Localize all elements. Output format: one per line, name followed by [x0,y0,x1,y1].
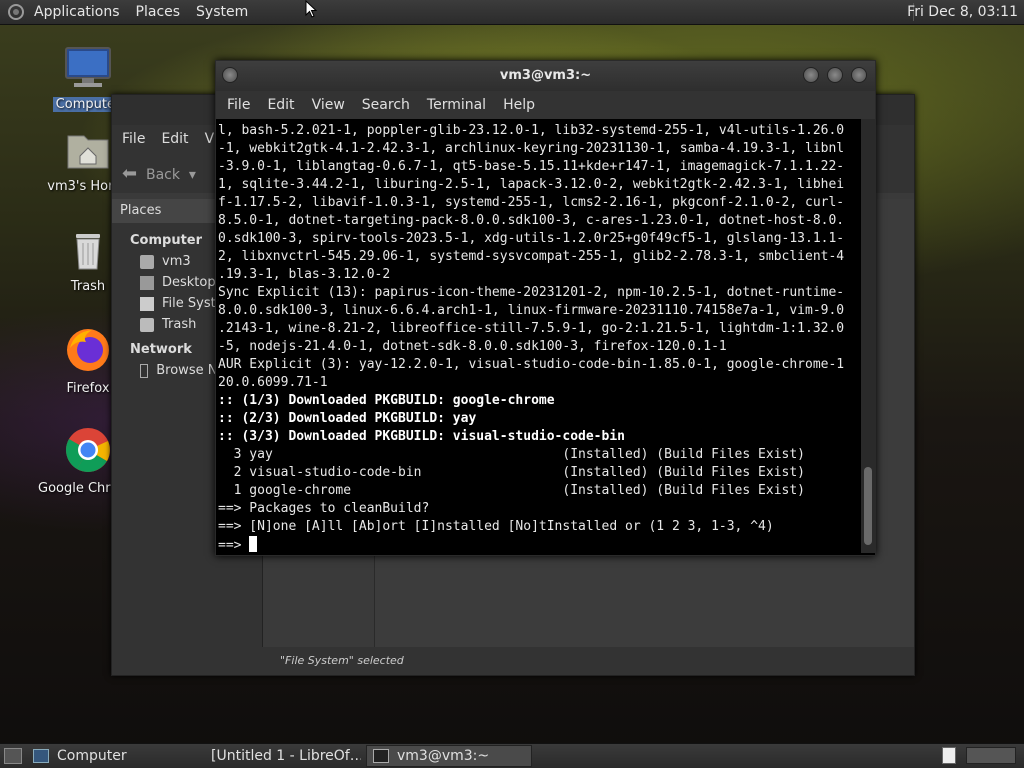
minimize-button[interactable] [803,67,819,83]
distro-logo-icon[interactable] [8,4,24,20]
terminal-prompt-line[interactable]: ==> [218,536,859,555]
term-menu-view[interactable]: View [312,97,345,113]
terminal-line: 2 visual-studio-code-bin (Installed) (Bu… [218,465,805,480]
terminal-line: -1, webkit2gtk-4.1-2.42.3-1, archlinux-k… [218,141,845,156]
scrollbar-thumb[interactable] [864,467,872,545]
terminal-line: 20.0.6099.71-1 [218,375,328,390]
task-label: vm3@vm3:~ [397,748,490,764]
monitor-icon [65,47,111,87]
terminal-line: :: (2/3) Downloaded PKGBUILD: yay [218,411,477,426]
applications-menu[interactable]: Applications [34,4,120,20]
terminal-line: 1 google-chrome (Installed) (Build Files… [218,483,805,498]
terminal-window: vm3@vm3:~ File Edit View Search Terminal… [215,60,876,556]
terminal-line: 8.0.0.sdk100-3, linux-6.6.4.arch1-1, lin… [218,303,845,318]
task-terminal[interactable]: vm3@vm3:~ [366,745,532,767]
terminal-line: -3.9.0-1, liblangtag-0.6.7-1, qt5-base-5… [218,159,845,174]
task-label: [Untitled 1 - LibreOf… [211,748,362,764]
close-button[interactable] [851,67,867,83]
terminal-line: 0.sdk100-3, spirv-tools-2023.5-1, xdg-ut… [218,231,845,246]
terminal-line: Sync Explicit (13): papirus-icon-theme-2… [218,285,845,300]
show-desktop-icon[interactable] [4,748,22,764]
home-folder-icon [140,254,154,269]
terminal-line: f-1.17.5-2, libavif-1.0.3-1, systemd-255… [218,195,845,210]
home-folder-icon [67,135,109,169]
terminal-line: ==> [N]one [A]ll [Ab]ort [I]nstalled [No… [218,519,774,534]
term-menu-help[interactable]: Help [503,97,535,113]
task-label: Computer [57,748,127,764]
mouse-pointer-icon [305,0,317,18]
terminal-line: 3 yay (Installed) (Build Files Exist) [218,447,805,462]
terminal-line: :: (3/3) Downloaded PKGBUILD: visual-stu… [218,429,625,444]
notes-applet-icon[interactable] [942,747,956,764]
status-text: "File System" selected [280,654,404,667]
terminal-line: 1, sqlite-3.44.2-1, liburing-2.5-1, lapa… [218,177,845,192]
sidebar-item-label: Trash [162,317,197,332]
back-arrow-icon: ⬅ [122,162,138,184]
term-menu-file[interactable]: File [227,97,250,113]
terminal-output[interactable]: l, bash-5.2.021-1, poppler-glib-23.12.0-… [218,119,859,556]
back-button[interactable]: ⬅ Back ▾ [122,163,196,184]
fm-menu-edit[interactable]: Edit [161,131,188,147]
terminal-menubar: File Edit View Search Terminal Help [216,91,875,119]
trash-icon [140,317,154,332]
sidebar-item-label: vm3 [162,254,191,269]
terminal-line: .2143-1, wine-8.21-2, libreoffice-still-… [218,321,845,336]
terminal-scrollbar[interactable] [861,119,875,553]
terminal-line: -5, nodejs-21.4.0-1, dotnet-sdk-8.0.0.sd… [218,339,727,354]
maximize-button[interactable] [827,67,843,83]
task-libreoffice[interactable]: [Untitled 1 - LibreOf… [196,745,362,767]
firefox-icon [67,329,109,371]
prompt-text: ==> [218,538,250,553]
fm-menu-file[interactable]: File [122,131,145,147]
task-computer[interactable]: Computer [26,745,192,767]
trash-icon [76,234,100,270]
terminal-line: l, bash-5.2.021-1, poppler-glib-23.12.0-… [218,123,845,138]
bottom-panel: Computer [Untitled 1 - LibreOf… vm3@vm3:… [0,743,1024,768]
chevron-down-icon: ▾ [184,166,196,183]
term-menu-terminal[interactable]: Terminal [427,97,486,113]
back-label: Back [146,166,180,183]
clock[interactable]: Fri Dec 8, 03:11 [907,4,1018,20]
term-menu-edit[interactable]: Edit [267,97,294,113]
sidebar-item-label: Desktop [162,275,216,290]
drive-icon [140,296,154,311]
workspace-switcher[interactable] [966,747,1016,764]
network-icon [140,363,149,378]
terminal-line: 2, libxnvctrl-545.29.06-1, systemd-sysvc… [218,249,845,264]
terminal-line: :: (1/3) Downloaded PKGBUILD: google-chr… [218,393,555,408]
chrome-icon [66,428,110,472]
window-menu-icon[interactable] [222,67,238,83]
system-menu[interactable]: System [196,4,248,20]
terminal-line: .19.3-1, blas-3.12.0-2 [218,267,391,282]
computer-icon [33,749,49,763]
desktop-folder-icon [140,275,154,290]
terminal-line: AUR Explicit (3): yay-12.2.0-1, visual-s… [218,357,845,372]
terminal-icon [373,749,389,763]
terminal-line: 8.5.0-1, dotnet-targeting-pack-8.0.0.sdk… [218,213,845,228]
text-cursor [249,536,258,552]
places-menu[interactable]: Places [136,4,181,20]
terminal-line: ==> Packages to cleanBuild? [218,501,430,516]
status-bar: "File System" selected [112,647,914,675]
terminal-title: vm3@vm3:~ [499,68,592,83]
terminal-titlebar[interactable]: vm3@vm3:~ [216,61,875,91]
term-menu-search[interactable]: Search [362,97,410,113]
top-panel: Applications Places System Fri Dec 8, 03… [0,0,1024,25]
